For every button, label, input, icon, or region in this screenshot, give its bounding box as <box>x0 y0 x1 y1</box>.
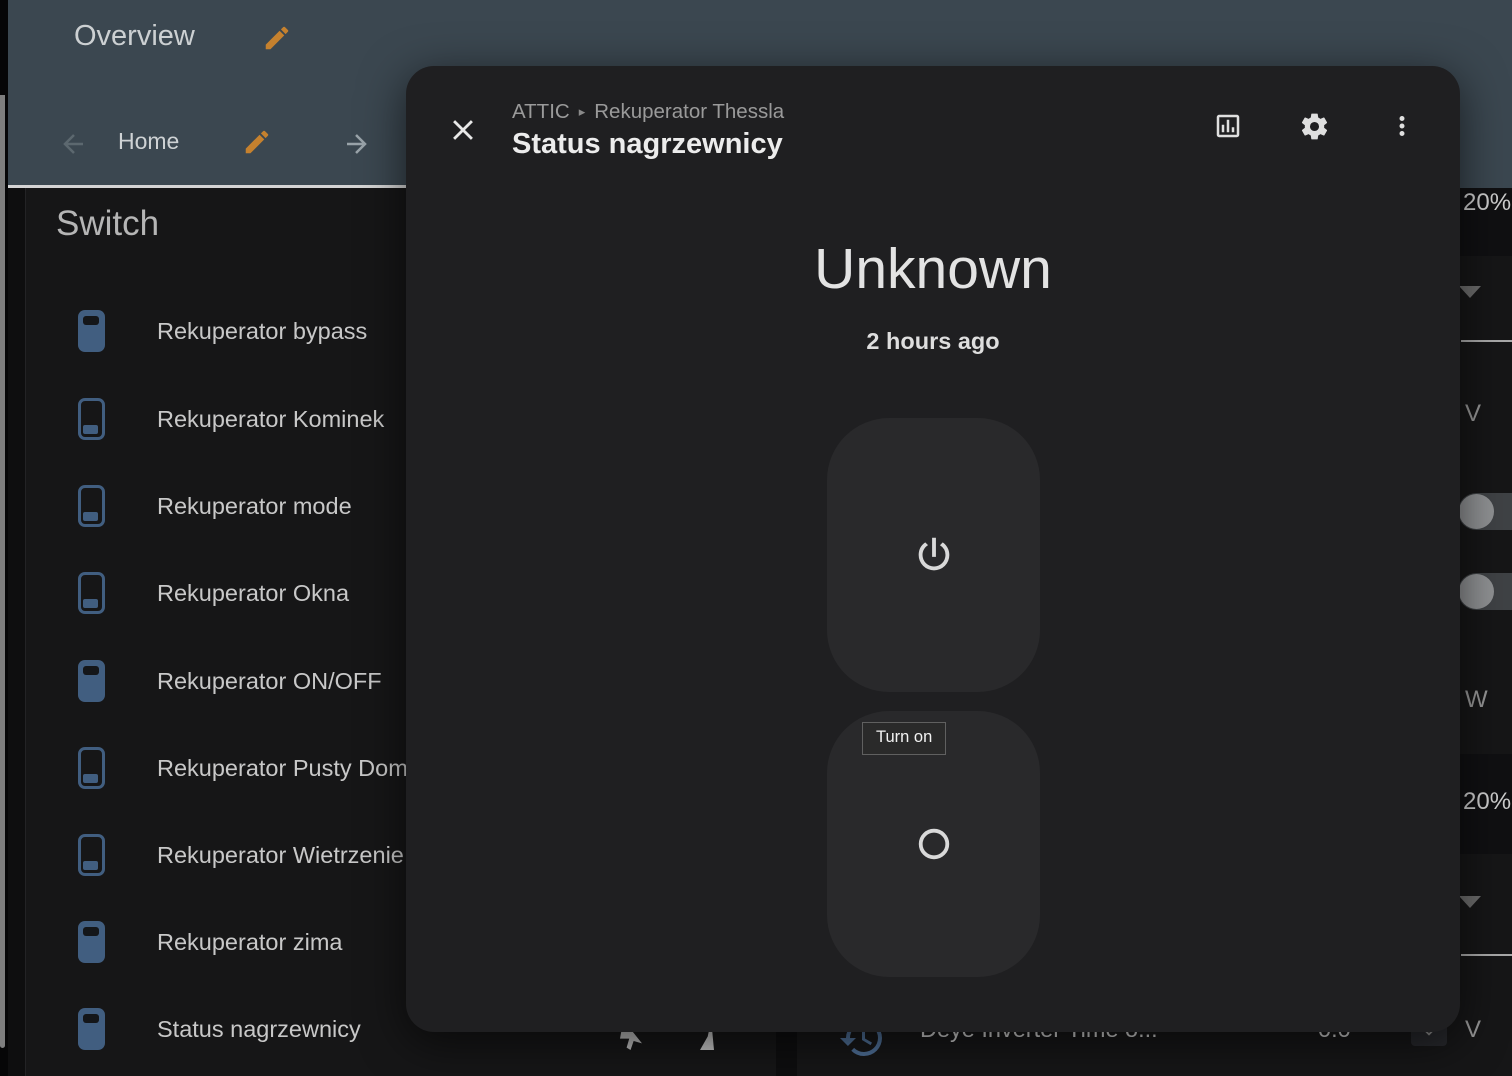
close-button[interactable] <box>446 108 490 152</box>
entity-state: Unknown <box>406 236 1460 302</box>
breadcrumb-area: ATTIC <box>512 100 570 124</box>
turn-on-button[interactable] <box>827 418 1040 692</box>
switch-card-title: Switch <box>56 204 159 244</box>
settings-button[interactable] <box>1290 102 1338 150</box>
divider <box>1461 954 1512 956</box>
toggle-switch-icon <box>78 660 105 702</box>
screen: Overview Home Switch Rekup <box>0 0 1512 1076</box>
gear-icon <box>1299 111 1330 142</box>
dropdown-caret-icon[interactable] <box>1459 286 1481 298</box>
toggle-switch-icon <box>78 398 105 440</box>
switch-label: Rekuperator Wietrzenie <box>157 842 404 869</box>
power-icon <box>911 532 957 578</box>
switch-label: Rekuperator Kominek <box>157 406 384 433</box>
dialog-title: Status nagrzewnicy <box>512 128 783 161</box>
toggle-switch[interactable] <box>1458 493 1512 530</box>
edit-dashboard-button[interactable] <box>262 20 298 56</box>
toggle-switch-icon <box>78 1008 105 1050</box>
pencil-icon <box>242 127 278 157</box>
arrow-right-icon <box>342 129 378 159</box>
circle-outline-icon <box>915 825 953 863</box>
more-menu-button[interactable] <box>1378 102 1426 150</box>
dots-vertical-icon <box>1387 111 1417 141</box>
toggle-switch[interactable] <box>1458 573 1512 610</box>
tooltip: Turn on <box>862 722 946 755</box>
tab-home[interactable]: Home <box>118 128 179 155</box>
switch-label: Rekuperator bypass <box>157 318 367 345</box>
switch-label: Rekuperator mode <box>157 493 352 520</box>
toggle-knob <box>1459 494 1494 529</box>
scrollbar[interactable] <box>0 95 5 1048</box>
chart-box-icon <box>1213 111 1243 141</box>
unit-label: V <box>1465 400 1481 428</box>
dropdown-caret-icon[interactable] <box>1459 896 1481 908</box>
toggle-switch-icon <box>78 834 105 876</box>
toggle-switch-icon <box>78 921 105 963</box>
page-title: Overview <box>74 20 195 53</box>
toggle-switch-icon <box>78 572 105 614</box>
breadcrumb-device: Rekuperator Thessla <box>594 100 784 124</box>
prev-view-button[interactable] <box>58 126 94 162</box>
entity-dialog: ATTIC ▸ Rekuperator Thessla Status nagrz… <box>406 66 1460 1032</box>
edit-view-button[interactable] <box>242 124 278 160</box>
toggle-switch-icon <box>78 485 105 527</box>
arrow-left-icon <box>58 129 94 159</box>
pencil-icon <box>262 23 298 53</box>
divider <box>1461 340 1512 342</box>
history-chart-button[interactable] <box>1204 102 1252 150</box>
toggle-switch-icon <box>78 310 105 352</box>
percent-value: 20% <box>1463 788 1511 816</box>
last-changed[interactable]: 2 hours ago <box>406 328 1460 355</box>
switch-label: Rekuperator Okna <box>157 580 349 607</box>
breadcrumb-separator-icon: ▸ <box>579 104 586 120</box>
toggle-switch-icon <box>78 747 105 789</box>
switch-label: Rekuperator zima <box>157 929 342 956</box>
unit-label: W <box>1465 686 1488 714</box>
percent-value: 20% <box>1463 189 1511 217</box>
switch-label: Status nagrzewnicy <box>157 1016 361 1043</box>
next-view-button[interactable] <box>342 126 378 162</box>
switch-label: Rekuperator ON/OFF <box>157 668 382 695</box>
unit-label: V <box>1465 1016 1481 1044</box>
breadcrumb[interactable]: ATTIC ▸ Rekuperator Thessla <box>512 100 784 124</box>
close-icon <box>446 113 490 147</box>
toggle-knob <box>1459 574 1494 609</box>
switch-label: Rekuperator Pusty Dom <box>157 755 408 782</box>
